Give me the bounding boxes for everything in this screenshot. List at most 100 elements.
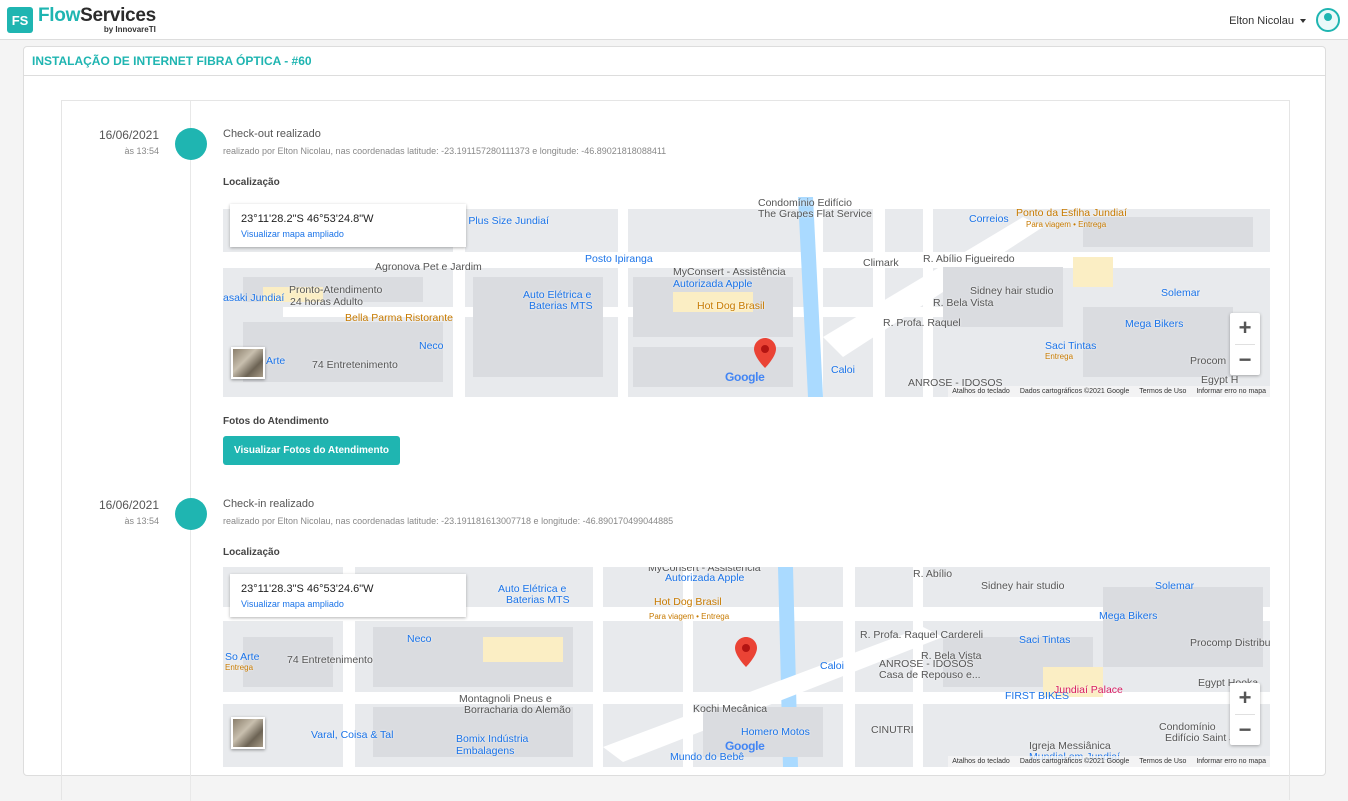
- app-by: by InnovareTI: [103, 25, 156, 34]
- map-place-label[interactable]: Ponto da Esfiha Jundiaí: [1016, 207, 1127, 219]
- map-place-label[interactable]: Borracharia do Alemão: [464, 704, 571, 716]
- timeline: 16/06/2021 às 13:54 Check-out realizado …: [61, 100, 1290, 801]
- map-place-label[interactable]: Jundiaí Palace: [1054, 684, 1123, 696]
- map-place-label[interactable]: Homero Motos: [741, 726, 810, 738]
- map-place-label[interactable]: Solemar: [1161, 287, 1200, 299]
- photos-label: Fotos do Atendimento: [223, 416, 329, 427]
- view-larger-map-link[interactable]: Visualizar mapa ampliado: [241, 229, 455, 239]
- map-place-label[interactable]: Para viagem • Entrega: [1026, 220, 1106, 229]
- map-coordinates: 23°11'28.2"S 46°53'24.8"W: [241, 213, 374, 225]
- map-place-label[interactable]: R. Profa. Raquel Cardereli: [860, 629, 983, 641]
- map-place-label[interactable]: Caloi: [820, 660, 844, 672]
- page-title: INSTALAÇÃO DE INTERNET FIBRA ÓPTICA - #6…: [24, 47, 1325, 76]
- user-menu[interactable]: Elton Nicolau: [1229, 15, 1306, 27]
- map-info-box: 23°11'28.2"S 46°53'24.8"W Visualizar map…: [230, 204, 466, 247]
- map-place-label[interactable]: Neco: [407, 633, 432, 645]
- event-date: 16/06/2021: [98, 128, 159, 142]
- map-attribution: Atalhos do teclado Dados cartográficos ©…: [948, 386, 1270, 397]
- satellite-toggle[interactable]: [231, 717, 265, 749]
- map-zoom-control: + −: [1230, 313, 1260, 375]
- zoom-out-button[interactable]: −: [1230, 715, 1260, 746]
- map-place-label[interactable]: R. Abílio Figueiredo: [923, 253, 1015, 265]
- map-place-label[interactable]: So Arte: [225, 651, 259, 663]
- zoom-in-button[interactable]: +: [1230, 313, 1260, 344]
- map-place-label[interactable]: Sidney hair studio: [981, 580, 1064, 592]
- map-place-label[interactable]: Baterias MTS: [506, 594, 570, 606]
- event-description: realizado por Elton Nicolau, nas coorden…: [223, 516, 674, 526]
- map-zoom-control: + −: [1230, 683, 1260, 745]
- map-place-label[interactable]: Procomp Distribuidor: [1190, 637, 1270, 649]
- map-place-label[interactable]: Casa de Repouso e...: [879, 669, 981, 681]
- event-time: às 13:54: [124, 146, 159, 156]
- location-map[interactable]: 23°11'28.3"S 46°53'24.6"W Visualizar map…: [223, 567, 1270, 767]
- app-logo[interactable]: FS FlowServices by InnovareTI: [7, 6, 156, 34]
- map-place-label[interactable]: Correios: [969, 213, 1009, 225]
- map-place-label[interactable]: CINUTRI: [871, 724, 914, 736]
- map-place-label[interactable]: Hot Dog Brasil: [697, 300, 765, 312]
- map-place-label[interactable]: Mundo do Bebê: [670, 751, 744, 763]
- map-place-label[interactable]: Kochi Mecânica: [693, 703, 767, 715]
- map-place-label[interactable]: R. Profa. Raquel: [883, 317, 961, 329]
- map-place-label[interactable]: asaki Jundiaí: [223, 292, 284, 304]
- map-place-label[interactable]: Caloi: [831, 364, 855, 376]
- service-card: INSTALAÇÃO DE INTERNET FIBRA ÓPTICA - #6…: [23, 46, 1326, 801]
- map-info-box: 23°11'28.3"S 46°53'24.6"W Visualizar map…: [230, 574, 466, 617]
- map-place-label[interactable]: Posto Ipiranga: [585, 253, 653, 265]
- app-name: FlowServices: [38, 5, 156, 26]
- event-date: 16/06/2021: [98, 498, 159, 512]
- user-name: Elton Nicolau: [1229, 15, 1294, 27]
- map-place-label[interactable]: Mega Bikers: [1099, 610, 1157, 622]
- map-place-label[interactable]: Solemar: [1155, 580, 1194, 592]
- map-place-label[interactable]: Entrega: [1045, 352, 1073, 361]
- map-place-label[interactable]: Neco: [419, 340, 444, 352]
- map-place-label[interactable]: The Grapes Flat Service: [758, 208, 872, 220]
- logo-mark: FS: [7, 7, 33, 33]
- google-logo: Google: [725, 370, 765, 384]
- map-place-label[interactable]: 74 Entretenimento: [312, 359, 398, 371]
- map-place-label[interactable]: Baterias MTS: [529, 300, 593, 312]
- map-place-label[interactable]: Saci Tintas: [1019, 634, 1070, 646]
- map-place-label[interactable]: Hot Dog Brasil: [654, 596, 722, 608]
- map-place-label[interactable]: 24 horas Adulto: [290, 296, 363, 308]
- event-title: Check-out realizado: [223, 128, 321, 140]
- event-description: realizado por Elton Nicolau, nas coorden…: [223, 146, 667, 156]
- map-place-label[interactable]: Sidney hair studio: [970, 285, 1053, 297]
- map-place-label[interactable]: 74 Entretenimento: [287, 654, 373, 666]
- avatar[interactable]: [1316, 8, 1340, 32]
- event-title: Check-in realizado: [223, 498, 315, 510]
- map-place-label[interactable]: Para viagem • Entrega: [649, 612, 729, 621]
- map-coordinates: 23°11'28.3"S 46°53'24.6"W: [241, 583, 374, 595]
- chevron-down-icon: [1300, 19, 1306, 23]
- timeline-line: [190, 101, 191, 801]
- map-place-label[interactable]: Edifício Saint Ja: [1165, 732, 1240, 744]
- map-place-label[interactable]: MyConsert - Assistência: [673, 266, 786, 278]
- timeline-dot: [175, 498, 207, 530]
- map-place-label[interactable]: R. Bela Vista: [933, 297, 994, 309]
- map-place-label[interactable]: Varal, Coisa & Tal: [311, 729, 393, 741]
- map-place-label[interactable]: Mega Bikers: [1125, 318, 1183, 330]
- map-place-label[interactable]: Entrega: [225, 663, 253, 672]
- map-place-label[interactable]: Agronova Pet e Jardim: [375, 261, 482, 273]
- map-place-label[interactable]: R. Abílio: [913, 568, 952, 580]
- map-place-label[interactable]: Pronto-Atendimento: [289, 284, 382, 296]
- location-label: Localização: [223, 547, 280, 558]
- location-map[interactable]: 23°11'28.2"S 46°53'24.8"W Visualizar map…: [223, 197, 1270, 397]
- map-place-label[interactable]: Bomix Indústria: [456, 733, 528, 745]
- zoom-out-button[interactable]: −: [1230, 345, 1260, 376]
- map-attribution: Atalhos do teclado Dados cartográficos ©…: [948, 756, 1270, 767]
- top-bar: FS FlowServices by InnovareTI Elton Nico…: [0, 0, 1348, 40]
- view-photos-button[interactable]: Visualizar Fotos do Atendimento: [223, 436, 401, 465]
- satellite-toggle[interactable]: [231, 347, 265, 379]
- event-time: às 13:54: [124, 516, 159, 526]
- map-place-label[interactable]: Autorizada Apple: [665, 572, 744, 584]
- map-place-label[interactable]: Arte: [266, 355, 285, 367]
- timeline-dot: [175, 128, 207, 160]
- map-place-label[interactable]: Procom: [1190, 355, 1226, 367]
- map-place-label[interactable]: Autorizada Apple: [673, 278, 752, 290]
- map-place-label[interactable]: Climark: [863, 257, 899, 269]
- map-place-label[interactable]: Embalagens: [456, 745, 514, 757]
- map-place-label[interactable]: Saci Tintas: [1045, 340, 1096, 352]
- zoom-in-button[interactable]: +: [1230, 683, 1260, 714]
- view-larger-map-link[interactable]: Visualizar mapa ampliado: [241, 599, 455, 609]
- map-place-label[interactable]: Bella Parma Ristorante: [345, 312, 453, 324]
